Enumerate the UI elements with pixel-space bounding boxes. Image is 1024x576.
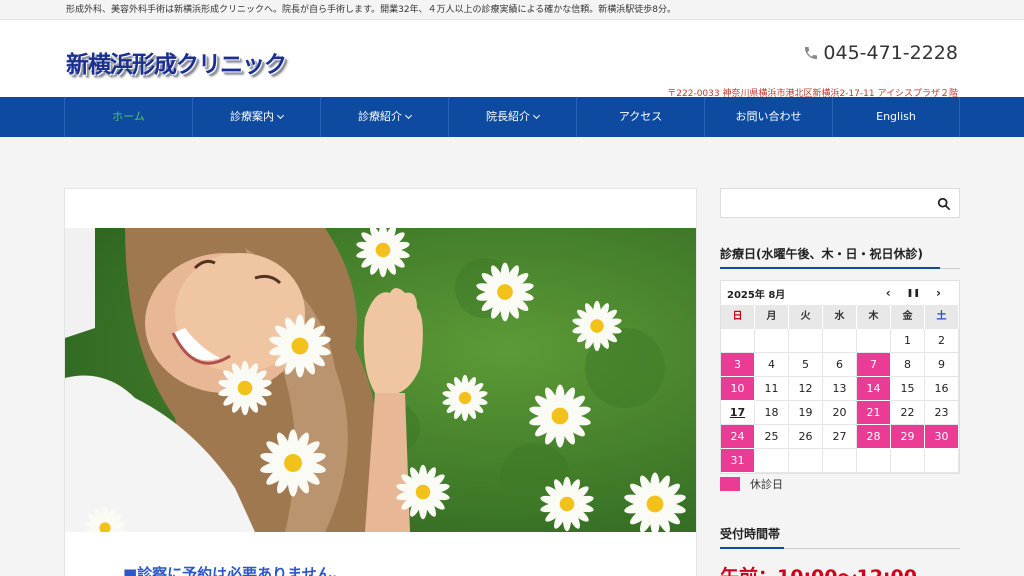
calendar-empty-cell xyxy=(857,449,891,473)
chevron-down-icon xyxy=(276,111,285,120)
nav-item-4[interactable]: アクセス xyxy=(576,97,704,137)
calendar-legend: 休診日 xyxy=(720,476,783,492)
calendar-day[interactable]: 31 xyxy=(721,449,755,473)
nav-item-label: お問い合わせ xyxy=(735,110,802,123)
calendar-controls: ‹ ❚❚ › xyxy=(886,286,941,300)
calendar-day[interactable]: 29 xyxy=(891,425,925,449)
calendar-empty-cell xyxy=(721,329,755,353)
calendar-day[interactable]: 9 xyxy=(925,353,959,377)
calendar-day[interactable]: 26 xyxy=(789,425,823,449)
calendar-day[interactable]: 19 xyxy=(789,401,823,425)
calendar-dow: 水 xyxy=(823,305,857,329)
nav-item-label: English xyxy=(876,110,916,123)
calendar-day[interactable]: 13 xyxy=(823,377,857,401)
calendar-day[interactable]: 5 xyxy=(789,353,823,377)
calendar-empty-cell xyxy=(857,329,891,353)
search-icon[interactable] xyxy=(937,196,951,211)
phone-number[interactable]: 045-471-2228 xyxy=(803,42,958,64)
legend-label: 休診日 xyxy=(750,478,783,491)
calendar-day[interactable]: 18 xyxy=(755,401,789,425)
calendar-day[interactable]: 30 xyxy=(925,425,959,449)
calendar-dow: 日 xyxy=(721,305,755,329)
calendar-day[interactable]: 16 xyxy=(925,377,959,401)
topbar-tagline: 形成外科、美容外科手術は新横浜形成クリニックへ。院長が自ら手術します。開業32年… xyxy=(0,0,1024,20)
chevron-down-icon xyxy=(532,111,541,120)
calendar-empty-cell xyxy=(925,449,959,473)
calendar-empty-cell xyxy=(755,329,789,353)
calendar-day[interactable]: 21 xyxy=(857,401,891,425)
sidebar: 診療日(水曜午後、木・日・祝日休診) 2025年 8月 ‹ ❚❚ › 日月火水木… xyxy=(720,188,960,576)
main-nav: ホーム 診療案内 診療紹介 院長紹介 アクセス お問い合わせ English xyxy=(0,97,1024,137)
calendar-empty-cell xyxy=(823,449,857,473)
calendar-empty-cell xyxy=(789,329,823,353)
search-input[interactable] xyxy=(721,189,921,217)
calendar-grid: 日月火水木金土 1 2 3 4 5 6 7 8 9 10 11 12 13 14 15 16 17 18 19 20 21… xyxy=(721,305,959,473)
calendar-day[interactable]: 7 xyxy=(857,353,891,377)
calendar-day[interactable]: 24 xyxy=(721,425,755,449)
calendar-header: 2025年 8月 ‹ ❚❚ › xyxy=(721,281,959,305)
nav-item-5[interactable]: お問い合わせ xyxy=(704,97,832,137)
nav-item-label: 診療紹介 xyxy=(358,110,402,123)
calendar-next-icon[interactable]: › xyxy=(936,286,941,300)
notice-text: ■診察に予約は必要ありません。 xyxy=(123,565,347,576)
chevron-down-icon xyxy=(404,111,413,120)
site-header: 新横浜形成クリニック 045-471-2228 〒222-0033 神奈川県横浜… xyxy=(0,20,1024,99)
calendar-day[interactable]: 14 xyxy=(857,377,891,401)
nav-item-label: 診療案内 xyxy=(230,110,274,123)
nav-item-0[interactable]: ホーム xyxy=(64,97,192,137)
hero-image xyxy=(65,228,696,532)
calendar-day[interactable]: 25 xyxy=(755,425,789,449)
calendar-day[interactable]: 10 xyxy=(721,377,755,401)
calendar-widget-title: 診療日(水曜午後、木・日・祝日休診) xyxy=(720,245,960,269)
calendar-dow: 金 xyxy=(891,305,925,329)
nav-item-label: 院長紹介 xyxy=(486,110,530,123)
calendar-day[interactable]: 22 xyxy=(891,401,925,425)
calendar-day[interactable]: 27 xyxy=(823,425,857,449)
calendar-day[interactable]: 2 xyxy=(925,329,959,353)
calendar-day[interactable]: 8 xyxy=(891,353,925,377)
closed-day-swatch xyxy=(720,477,740,491)
calendar-day[interactable]: 20 xyxy=(823,401,857,425)
calendar-prev-icon[interactable]: ‹ xyxy=(886,286,891,300)
calendar-pause-icon[interactable]: ❚❚ xyxy=(907,286,920,300)
calendar-dow: 木 xyxy=(857,305,891,329)
site-logo[interactable]: 新横浜形成クリニック xyxy=(66,45,287,79)
reception-hours: 午前：10:00〜12:00 xyxy=(720,562,917,576)
calendar-day[interactable]: 17 xyxy=(721,401,755,425)
calendar-empty-cell xyxy=(823,329,857,353)
nav-item-6[interactable]: English xyxy=(832,97,960,137)
nav-item-label: アクセス xyxy=(618,110,663,123)
calendar-empty-cell xyxy=(891,449,925,473)
main-content: ■診察に予約は必要ありません。 xyxy=(64,188,697,576)
business-calendar: 2025年 8月 ‹ ❚❚ › 日月火水木金土 1 2 3 4 5 6 7 8 9 10 11 12 13… xyxy=(720,280,960,474)
calendar-dow: 火 xyxy=(789,305,823,329)
calendar-dow: 土 xyxy=(925,305,959,329)
calendar-day[interactable]: 3 xyxy=(721,353,755,377)
search-box xyxy=(720,188,960,218)
calendar-day[interactable]: 11 xyxy=(755,377,789,401)
calendar-day[interactable]: 15 xyxy=(891,377,925,401)
calendar-day[interactable]: 23 xyxy=(925,401,959,425)
calendar-empty-cell xyxy=(789,449,823,473)
phone-text: 045-471-2228 xyxy=(823,42,958,64)
nav-item-2[interactable]: 診療紹介 xyxy=(320,97,448,137)
nav-item-1[interactable]: 診療案内 xyxy=(192,97,320,137)
calendar-day[interactable]: 6 xyxy=(823,353,857,377)
calendar-day[interactable]: 12 xyxy=(789,377,823,401)
phone-icon xyxy=(803,45,819,61)
nav-item-3[interactable]: 院長紹介 xyxy=(448,97,576,137)
calendar-day[interactable]: 1 xyxy=(891,329,925,353)
hours-widget-title: 受付時間帯 xyxy=(720,525,960,549)
nav-item-label: ホーム xyxy=(112,110,145,123)
calendar-day[interactable]: 28 xyxy=(857,425,891,449)
calendar-dow: 月 xyxy=(755,305,789,329)
calendar-empty-cell xyxy=(755,449,789,473)
calendar-day[interactable]: 4 xyxy=(755,353,789,377)
calendar-month-label: 2025年 8月 xyxy=(727,289,786,301)
